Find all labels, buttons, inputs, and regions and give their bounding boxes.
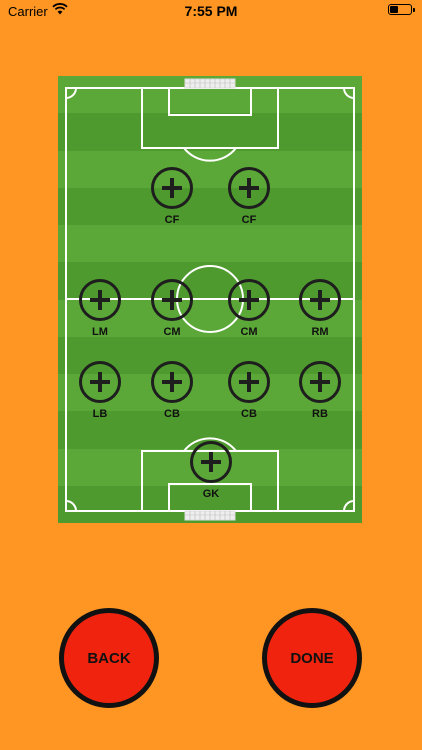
add-player-button-gk[interactable] [190, 441, 232, 483]
position-slot-cm-left: CM [142, 279, 202, 349]
position-slot-cm-right: CM [219, 279, 279, 349]
position-label: CF [164, 214, 180, 226]
position-label: CB [241, 408, 257, 420]
battery-icon [388, 4, 415, 15]
add-player-button-rb[interactable] [299, 361, 341, 403]
add-player-button-rm[interactable] [299, 279, 341, 321]
position-slot-cb-left: CB [142, 361, 202, 431]
position-label: CF [241, 214, 257, 226]
position-label: RB [312, 408, 328, 420]
position-label: CM [240, 326, 258, 338]
position-label: RM [311, 326, 329, 338]
done-button[interactable]: DONE [262, 608, 362, 708]
status-bar: Carrier 7:55 PM [0, 0, 422, 22]
add-player-button-cf-left[interactable] [151, 167, 193, 209]
position-slot-rm: RM [290, 279, 350, 349]
add-player-button-lm[interactable] [79, 279, 121, 321]
position-label: GK [202, 488, 220, 500]
position-label: LB [92, 408, 108, 420]
position-slot-lm: LM [70, 279, 130, 349]
back-button[interactable]: BACK [59, 608, 159, 708]
add-player-button-lb[interactable] [79, 361, 121, 403]
add-player-button-cm-right[interactable] [228, 279, 270, 321]
position-label: CB [164, 408, 180, 420]
football-pitch: CF CF LM CM CM RM LB CB CB RB GK [58, 76, 362, 523]
position-slot-gk: GK [181, 441, 241, 511]
add-player-button-cb-left[interactable] [151, 361, 193, 403]
position-slot-rb: RB [290, 361, 350, 431]
battery-level [390, 6, 398, 13]
position-slot-cf-right: CF [219, 167, 279, 237]
clock: 7:55 PM [184, 3, 238, 19]
add-player-button-cm-left[interactable] [151, 279, 193, 321]
position-slot-lb: LB [70, 361, 130, 431]
position-label: CM [163, 326, 181, 338]
add-player-button-cf-right[interactable] [228, 167, 270, 209]
add-player-button-cb-right[interactable] [228, 361, 270, 403]
position-slot-cb-right: CB [219, 361, 279, 431]
position-label: LM [92, 326, 108, 338]
position-slot-cf-left: CF [142, 167, 202, 237]
